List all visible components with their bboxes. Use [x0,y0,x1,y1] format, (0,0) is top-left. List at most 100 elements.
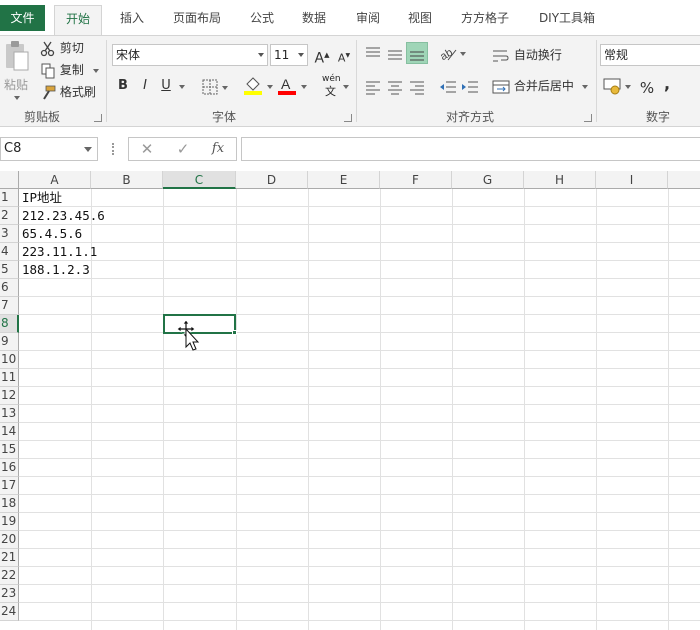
alignment-launcher-icon[interactable] [584,114,592,122]
phonetic-button[interactable]: wén 文 [320,74,350,100]
formula-bar-grip-icon[interactable] [112,143,115,155]
comma-style-button[interactable]: , [657,74,677,94]
bold-button[interactable]: B [113,76,133,96]
column-header-i[interactable]: I [596,171,668,189]
row-header-16[interactable]: 16 [0,459,19,477]
column-header-c[interactable]: C [163,171,236,189]
cut-button[interactable]: 剪切 [40,38,84,58]
increase-indent-icon[interactable] [460,77,480,97]
row-header-13[interactable]: 13 [0,405,19,423]
percent-style-button[interactable]: % [637,78,657,98]
align-bottom-button[interactable] [406,42,428,64]
worksheet-grid[interactable]: A B C D E F G H I 1 2 3 4 5 6 7 8 9 10 1… [0,171,700,630]
column-header-g[interactable]: G [452,171,524,189]
row-header-18[interactable]: 18 [0,495,19,513]
row-header-20[interactable]: 20 [0,531,19,549]
align-center-icon[interactable] [385,77,405,97]
cancel-entry-icon[interactable]: ✕ [132,138,162,160]
format-painter-button[interactable]: 格式刷 [40,82,96,102]
confirm-entry-icon[interactable]: ✓ [168,138,198,160]
tab-file[interactable]: 文件 [0,5,45,31]
row-header-14[interactable]: 14 [0,423,19,441]
column-header-d[interactable]: D [236,171,308,189]
cell-a4[interactable]: 223.11.1.1 [20,243,97,261]
fill-color-button[interactable] [244,76,274,98]
paste-dropdown-arrow[interactable] [14,96,20,100]
column-header-b[interactable]: B [91,171,163,189]
align-right-icon[interactable] [407,77,427,97]
paste-button[interactable]: 粘贴 [2,40,32,100]
row-header-7[interactable]: 7 [0,297,19,315]
row-header-21[interactable]: 21 [0,549,19,567]
column-header-h[interactable]: H [524,171,596,189]
accounting-format-button[interactable] [603,76,633,98]
underline-button[interactable]: U [156,76,176,96]
row-header-4[interactable]: 4 [0,243,19,261]
gridline [236,189,237,630]
row-header-23[interactable]: 23 [0,585,19,603]
align-middle-icon[interactable] [385,44,405,64]
row-header-3[interactable]: 3 [0,225,19,243]
row-header-12[interactable]: 12 [0,387,19,405]
decrease-indent-icon[interactable] [438,77,458,97]
row-header-2[interactable]: 2 [0,207,19,225]
tab-insert[interactable]: 插入 [110,5,154,31]
column-header-j[interactable] [668,171,700,189]
tab-review[interactable]: 审阅 [346,5,390,31]
font-color-button[interactable]: A [278,76,308,98]
tab-data[interactable]: 数据 [292,5,336,31]
merge-center-button[interactable]: 合并后居中 [492,76,588,96]
row-header-9[interactable]: 9 [0,333,19,351]
tab-diy-toolbox[interactable]: DIY工具箱 [530,5,604,31]
column-header-e[interactable]: E [308,171,380,189]
borders-button[interactable] [200,78,230,96]
fill-handle[interactable] [232,330,237,335]
cell-a3[interactable]: 65.4.5.6 [20,225,82,243]
gridline [19,584,700,585]
cell-a5[interactable]: 188.1.2.3 [20,261,90,279]
tab-fangfang[interactable]: 方方格子 [452,5,518,31]
tab-view[interactable]: 视图 [398,5,442,31]
tab-formulas[interactable]: 公式 [240,5,284,31]
row-header-10[interactable]: 10 [0,351,19,369]
name-box[interactable]: C8 [0,137,98,161]
column-header-a[interactable]: A [19,171,91,189]
select-all-corner[interactable] [0,171,19,189]
copy-button[interactable]: 复制 [40,60,99,80]
phonetic-dropdown-arrow [343,85,349,89]
number-format-select[interactable]: 常规 [600,44,700,66]
formula-input[interactable] [241,137,700,161]
row-header-19[interactable]: 19 [0,513,19,531]
cell-a1[interactable]: IP地址 [20,189,62,207]
align-left-icon[interactable] [363,77,383,97]
tab-page-layout[interactable]: 页面布局 [164,5,230,31]
underline-dropdown-arrow[interactable] [179,85,185,89]
row-header-11[interactable]: 11 [0,369,19,387]
format-painter-label: 格式刷 [59,85,96,99]
copy-dropdown-arrow[interactable] [93,69,99,73]
increase-font-size-button[interactable]: A▲ [312,45,332,67]
row-header-6[interactable]: 6 [0,279,19,297]
font-launcher-icon[interactable] [344,114,352,122]
align-top-icon[interactable] [363,44,383,64]
wrap-text-label: 自动换行 [513,48,562,62]
orientation-button[interactable]: ab [438,44,468,64]
row-header-24[interactable]: 24 [0,603,19,621]
font-name-select[interactable]: 宋体 [112,44,268,66]
row-header-22[interactable]: 22 [0,567,19,585]
row-header-1[interactable]: 1 [0,189,19,207]
italic-button[interactable]: I [135,76,155,96]
tab-home[interactable]: 开始 [54,5,102,36]
column-header-f[interactable]: F [380,171,452,189]
row-header-8[interactable]: 8 [0,315,19,333]
font-size-select[interactable]: 11 [270,44,308,66]
merge-dropdown-arrow[interactable] [582,85,588,89]
row-header-15[interactable]: 15 [0,441,19,459]
wrap-text-button[interactable]: 自动换行 [492,45,562,65]
cell-a2[interactable]: 212.23.45.6 [20,207,105,225]
clipboard-launcher-icon[interactable] [94,114,102,122]
row-header-5[interactable]: 5 [0,261,19,279]
decrease-font-size-button[interactable]: A▼ [334,46,354,66]
row-header-17[interactable]: 17 [0,477,19,495]
insert-function-button[interactable]: fx [203,138,233,160]
